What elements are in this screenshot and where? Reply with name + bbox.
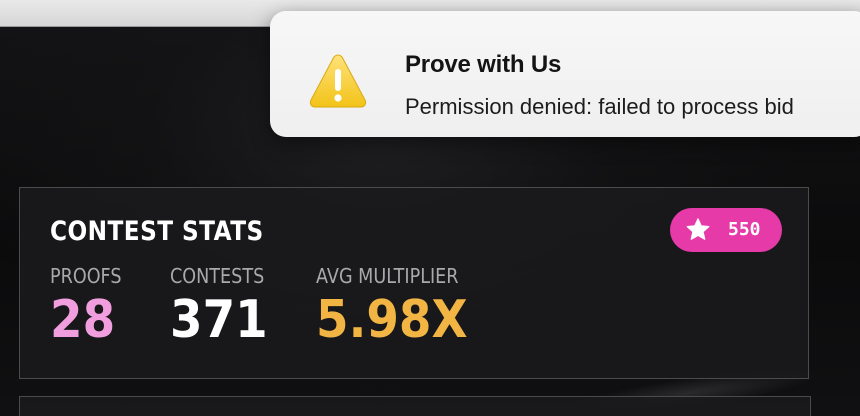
next-card-edge [19,396,811,416]
stat-value-avg-multiplier: 5.98X [316,290,468,350]
card-title: CONTEST STATS [50,216,264,247]
stat-avg-multiplier: AVG MULTIPLIER 5.98X [316,264,484,348]
stat-contests: CONTESTS 371 [170,264,279,348]
stat-proofs: PROOFS 28 [50,264,131,348]
stat-label-avg-multiplier: AVG MULTIPLIER [316,264,459,288]
points-value: 550 [728,219,761,240]
notification-message: Permission denied: failed to process bid [405,94,794,119]
contest-stats-card: CONTEST STATS 550 PROOFS 28 CONTESTS 371… [19,187,809,379]
app-window: Prove with Us Permission denied: failed … [0,0,860,416]
notification-banner[interactable]: Prove with Us Permission denied: failed … [270,11,860,137]
stat-value-contests: 371 [170,290,268,350]
stat-value-proofs: 28 [50,290,116,350]
notification-title: Prove with Us [405,51,562,78]
warning-icon [309,54,367,108]
stat-label-contests: CONTESTS [170,264,265,288]
stat-label-proofs: PROOFS [50,264,122,288]
star-icon [686,218,710,240]
points-badge[interactable]: 550 [670,208,782,252]
